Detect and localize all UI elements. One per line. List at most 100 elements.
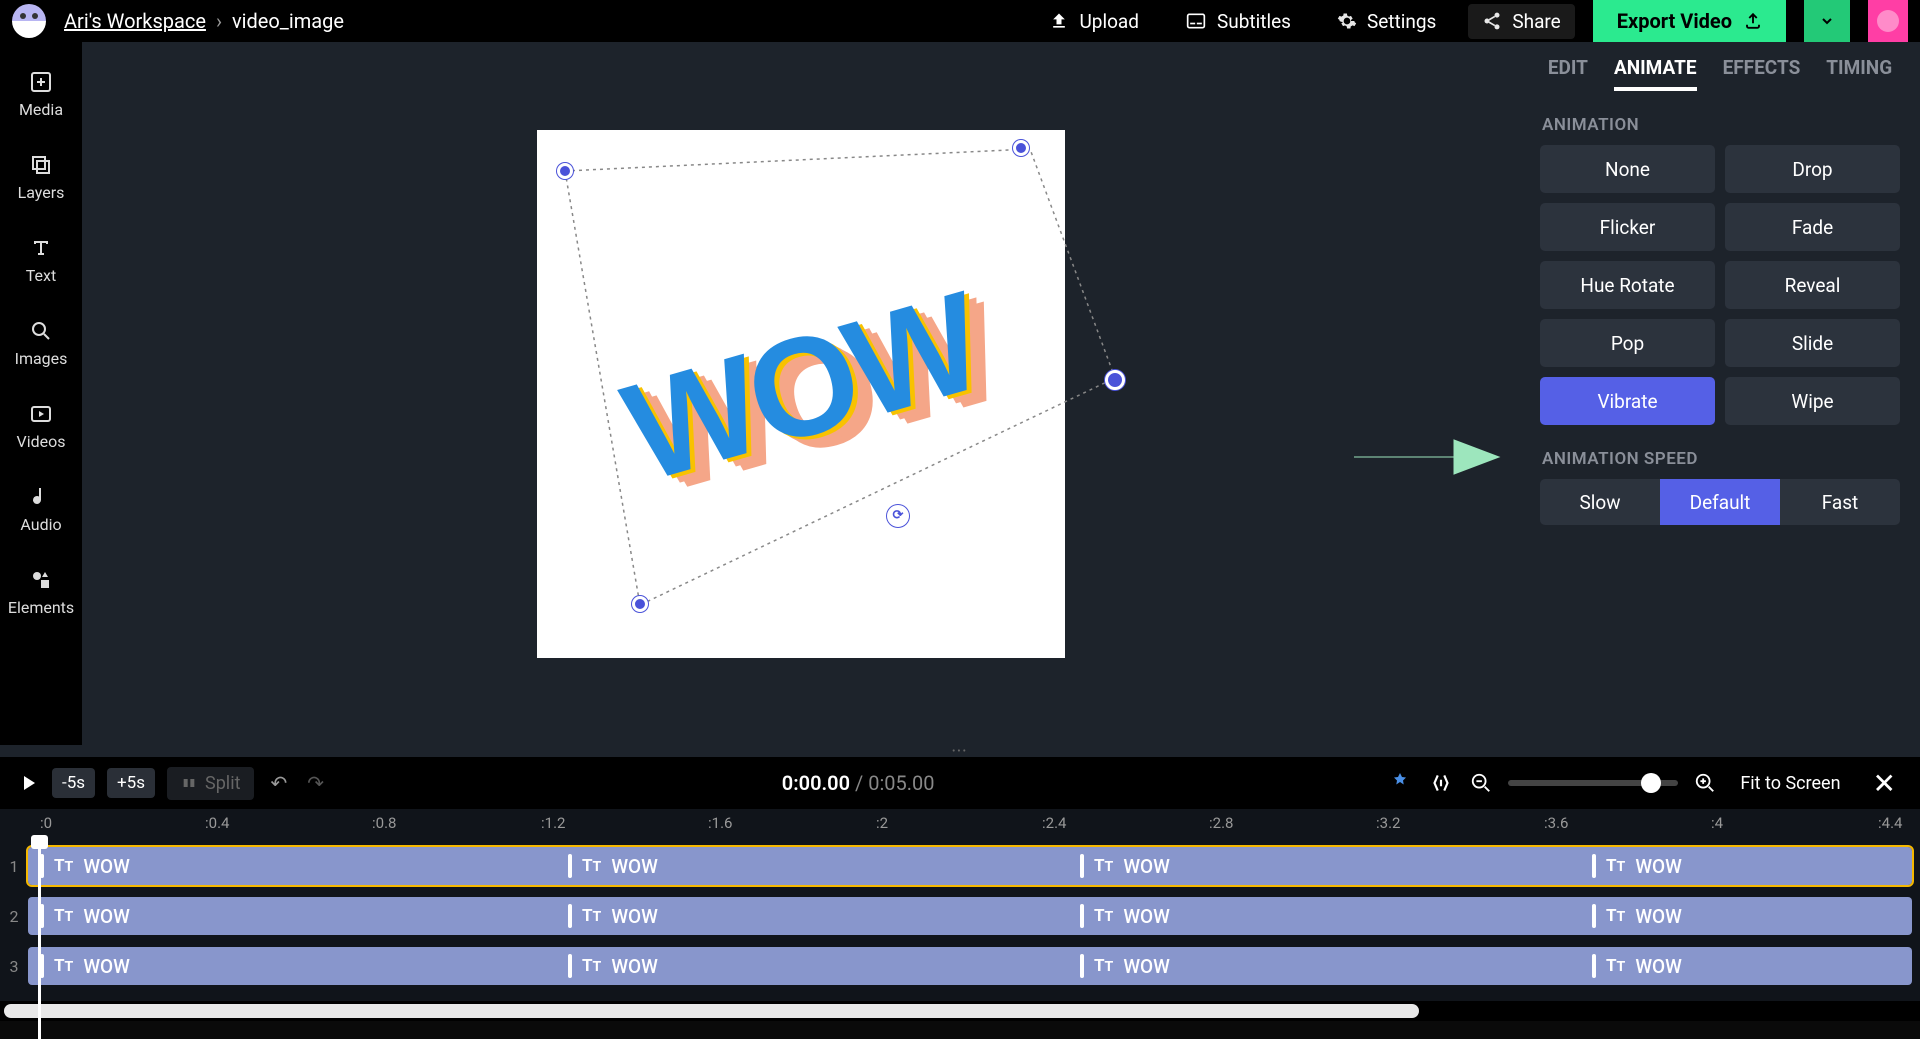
panel-tabs: EDIT ANIMATE EFFECTS TIMING bbox=[1540, 56, 1900, 91]
animation-none[interactable]: None bbox=[1540, 145, 1715, 193]
clip-segment: TTWOW bbox=[1080, 954, 1170, 978]
top-bar: Ari's Workspace › video_image Upload Sub… bbox=[0, 0, 1920, 42]
video-icon bbox=[29, 402, 53, 426]
track-clip[interactable]: TTWOWTTWOWTTWOWTTWOW bbox=[28, 847, 1912, 885]
speed-slow[interactable]: Slow bbox=[1540, 479, 1660, 525]
sidebar-item-layers[interactable]: Layers bbox=[18, 153, 65, 202]
left-sidebar: Media Layers Text Images Videos Audio El… bbox=[0, 42, 82, 745]
track-row: 1TTWOWTTWOWTTWOWTTWOW bbox=[0, 845, 1912, 887]
time-display: 0:00.00 / 0:05.00 bbox=[782, 771, 935, 795]
user-profile-button[interactable] bbox=[1868, 0, 1908, 42]
workspace-avatar[interactable] bbox=[12, 4, 46, 38]
canvas[interactable]: WOW bbox=[537, 130, 1065, 658]
snap-icon[interactable] bbox=[1388, 771, 1412, 795]
ruler-tick: :2 bbox=[876, 814, 888, 832]
ruler-tick: :2.8 bbox=[1209, 814, 1233, 832]
ruler-tick: :4.4 bbox=[1878, 814, 1902, 832]
breadcrumb-sep: › bbox=[216, 9, 222, 33]
ruler-tick: :3.6 bbox=[1544, 814, 1568, 832]
speed-row: Slow Default Fast bbox=[1540, 479, 1900, 525]
ruler-tick: :0 bbox=[40, 814, 52, 832]
canvas-area[interactable]: WOW bbox=[82, 42, 1520, 745]
animation-slide[interactable]: Slide bbox=[1725, 319, 1900, 367]
track-row: 2TTWOWTTWOWTTWOWTTWOW bbox=[0, 895, 1912, 937]
sidebar-item-audio[interactable]: Audio bbox=[20, 485, 61, 534]
tab-animate[interactable]: ANIMATE bbox=[1614, 56, 1697, 91]
selection-handle-r[interactable] bbox=[1105, 370, 1125, 390]
animation-wipe[interactable]: Wipe bbox=[1725, 377, 1900, 425]
animation-drop[interactable]: Drop bbox=[1725, 145, 1900, 193]
animation-grid: None Drop Flicker Fade Hue Rotate Reveal… bbox=[1540, 145, 1900, 425]
timeline-ruler[interactable]: :0:0.4:0.8:1.2:1.6:2:2.4:2.8:3.2:3.6:4:4… bbox=[0, 809, 1920, 839]
breadcrumb: Ari's Workspace › video_image bbox=[64, 9, 344, 33]
animation-fade[interactable]: Fade bbox=[1725, 203, 1900, 251]
animation-hue-rotate[interactable]: Hue Rotate bbox=[1540, 261, 1715, 309]
animation-reveal[interactable]: Reveal bbox=[1725, 261, 1900, 309]
audio-icon bbox=[29, 485, 53, 509]
play-button[interactable] bbox=[16, 771, 40, 795]
export-icon bbox=[1744, 12, 1762, 30]
share-button[interactable]: Share bbox=[1468, 4, 1574, 39]
close-timeline-button[interactable]: ✕ bbox=[1865, 767, 1904, 800]
track-number: 1 bbox=[0, 857, 28, 876]
selection-handle-bl[interactable] bbox=[632, 596, 648, 612]
chevron-down-icon bbox=[1819, 13, 1835, 29]
export-dropdown[interactable] bbox=[1804, 0, 1850, 42]
sidebar-item-media[interactable]: Media bbox=[19, 70, 63, 119]
animation-section-label: ANIMATION bbox=[1542, 115, 1900, 135]
sidebar-item-videos[interactable]: Videos bbox=[17, 402, 66, 451]
animation-vibrate[interactable]: Vibrate bbox=[1540, 377, 1715, 425]
layers-icon bbox=[29, 153, 53, 177]
track-number: 3 bbox=[0, 957, 28, 976]
playhead[interactable] bbox=[38, 839, 41, 1039]
shapes-icon bbox=[29, 568, 53, 592]
tab-timing[interactable]: TIMING bbox=[1826, 56, 1892, 91]
text-element[interactable]: WOW bbox=[608, 260, 994, 514]
ruler-tick: :0.4 bbox=[205, 814, 229, 832]
speed-fast[interactable]: Fast bbox=[1780, 479, 1900, 525]
track-clip[interactable]: TTWOWTTWOWTTWOWTTWOW bbox=[28, 897, 1912, 935]
upload-button[interactable]: Upload bbox=[1035, 4, 1153, 39]
step-back-button[interactable]: -5s bbox=[52, 768, 95, 798]
upload-icon bbox=[1049, 11, 1069, 31]
selection-handle-tl[interactable] bbox=[557, 163, 573, 179]
clip-segment: TTWOW bbox=[568, 954, 658, 978]
step-fwd-button[interactable]: +5s bbox=[107, 768, 155, 798]
tab-edit[interactable]: EDIT bbox=[1548, 56, 1588, 91]
clip-segment: TTWOW bbox=[1592, 904, 1682, 928]
split-button[interactable]: Split bbox=[167, 767, 254, 800]
sidebar-item-elements[interactable]: Elements bbox=[8, 568, 74, 617]
workspace-link[interactable]: Ari's Workspace bbox=[64, 9, 206, 33]
splitter-handle[interactable]: ••• bbox=[0, 745, 1920, 757]
zoom-in-icon[interactable] bbox=[1694, 772, 1716, 794]
track-clip[interactable]: TTWOWTTWOWTTWOWTTWOW bbox=[28, 947, 1912, 985]
export-video-button[interactable]: Export Video bbox=[1593, 0, 1786, 42]
redo-button[interactable]: ↷ bbox=[303, 767, 328, 799]
undo-button[interactable]: ↶ bbox=[266, 767, 291, 799]
subtitles-button[interactable]: Subtitles bbox=[1171, 4, 1305, 39]
clip-segment: TTWOW bbox=[1592, 954, 1682, 978]
timeline: -5s +5s Split ↶ ↷ 0:00.00 / 0:05.00 Fit … bbox=[0, 757, 1920, 1021]
tab-effects[interactable]: EFFECTS bbox=[1723, 56, 1801, 91]
clip-segment: TTWOW bbox=[40, 904, 130, 928]
ruler-tick: :3.2 bbox=[1376, 814, 1400, 832]
timeline-scrollbar[interactable] bbox=[0, 1001, 1920, 1021]
right-panel: EDIT ANIMATE EFFECTS TIMING ANIMATION No… bbox=[1520, 42, 1920, 745]
sidebar-item-text[interactable]: Text bbox=[26, 236, 56, 285]
animation-pop[interactable]: Pop bbox=[1540, 319, 1715, 367]
clip-segment: TTWOW bbox=[1592, 854, 1682, 878]
split-icon bbox=[181, 775, 197, 791]
zoom-thumb[interactable] bbox=[1641, 773, 1661, 793]
zoom-out-icon[interactable] bbox=[1470, 772, 1492, 794]
speed-default[interactable]: Default bbox=[1660, 479, 1780, 525]
zoom-slider[interactable] bbox=[1508, 780, 1678, 786]
ruler-tick: :1.6 bbox=[708, 814, 732, 832]
animation-flicker[interactable]: Flicker bbox=[1540, 203, 1715, 251]
fit-to-screen-button[interactable]: Fit to Screen bbox=[1732, 769, 1848, 798]
sidebar-item-images[interactable]: Images bbox=[15, 319, 68, 368]
trim-icon[interactable] bbox=[1428, 770, 1454, 796]
selection-handle-tr[interactable] bbox=[1013, 140, 1029, 156]
ruler-tick: :4 bbox=[1711, 814, 1723, 832]
settings-button[interactable]: Settings bbox=[1323, 4, 1450, 39]
rotate-handle[interactable] bbox=[887, 505, 909, 527]
